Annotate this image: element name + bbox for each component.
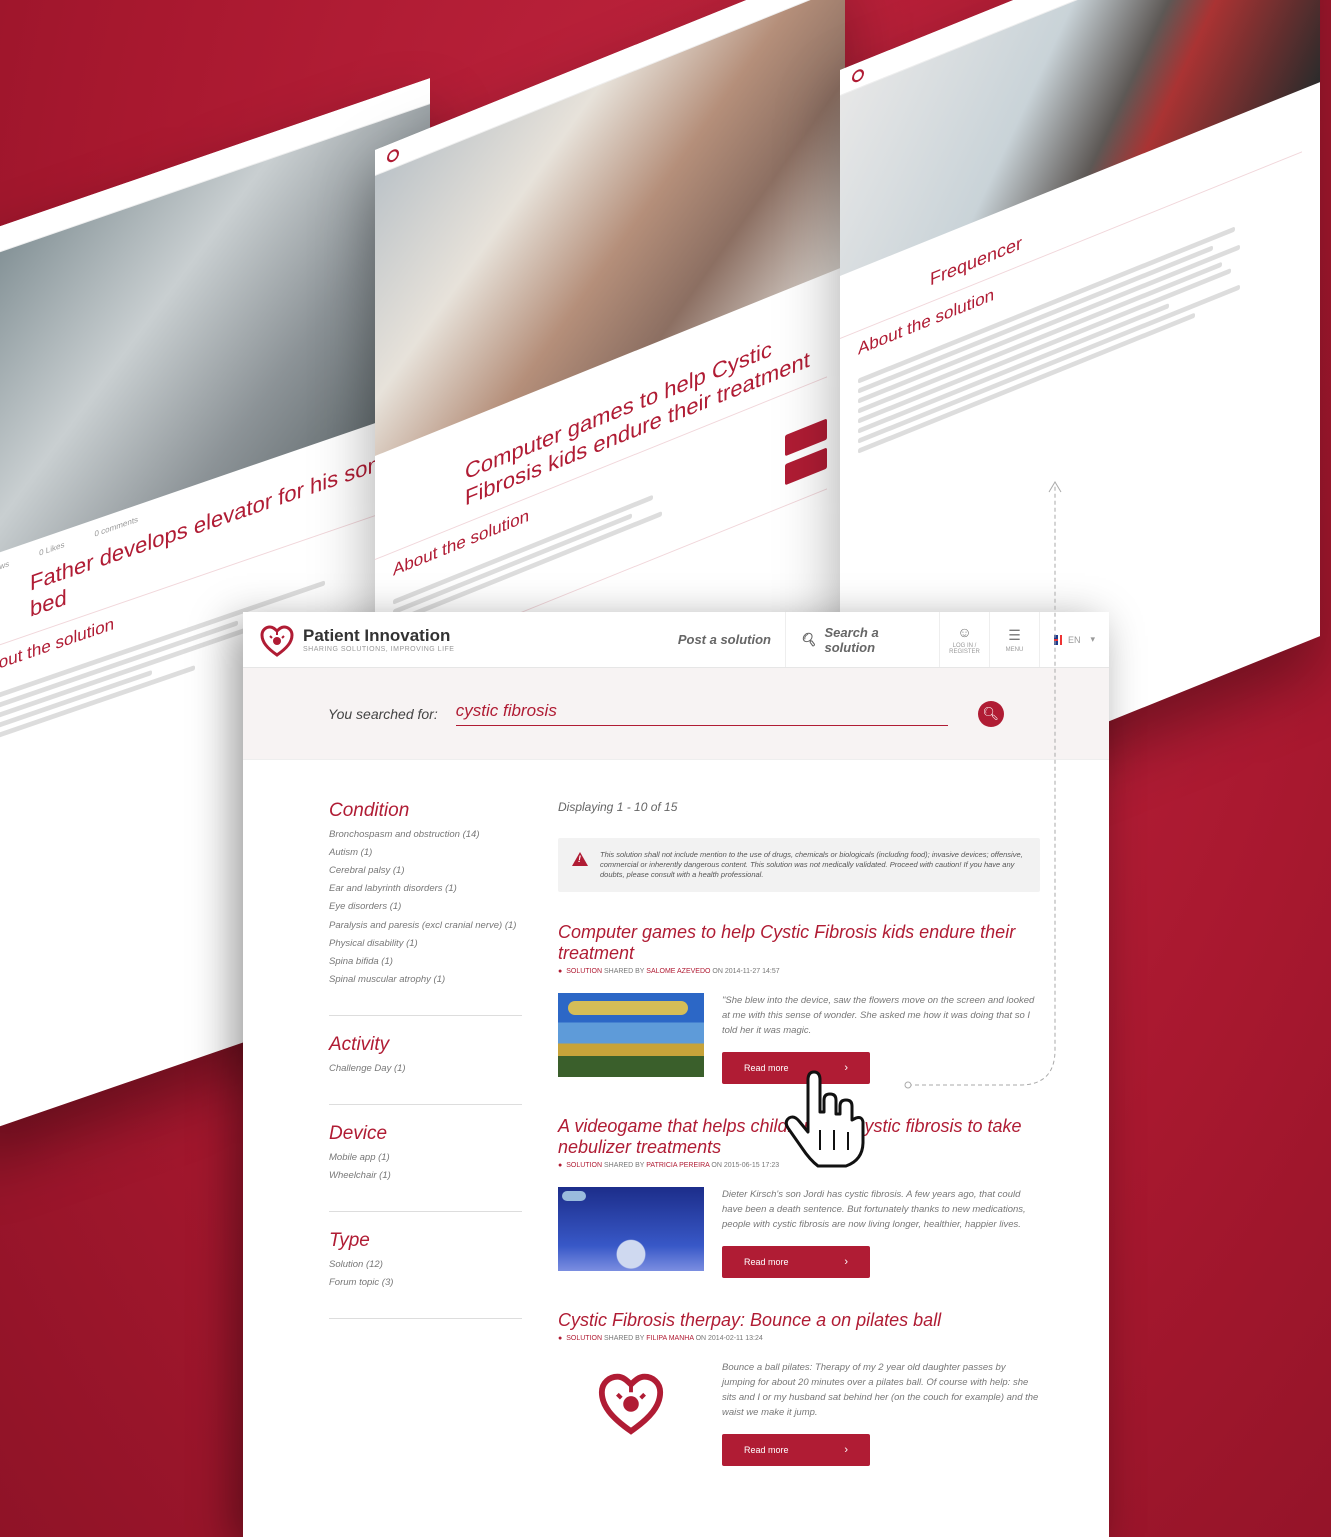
search-icon: 🔍︎ [800, 631, 817, 647]
result-shared-by: SHARED BY [603, 968, 645, 975]
chevron-right-icon: › [844, 1256, 848, 1268]
result-shared-by: SHARED BY [603, 1335, 645, 1342]
bullet-icon: ● [558, 968, 563, 975]
chevron-right-icon: › [844, 1444, 848, 1456]
facet-item[interactable]: Forum topic (3) [329, 1274, 522, 1292]
hand-cursor-icon [784, 1070, 865, 1168]
search-label: You searched for: [328, 705, 438, 722]
result-excerpt: Bounce a ball pilates: Therapy of my 2 y… [722, 1362, 1039, 1418]
result-kind: SOLUTION [566, 968, 603, 975]
post-solution-link[interactable]: Post a solution [664, 612, 785, 667]
read-more-label: Read more [744, 1257, 789, 1267]
brand-tagline: SHARING SOLUTIONS, IMPROVING LIFE [303, 646, 455, 653]
bullet-icon: ● [558, 1335, 563, 1342]
site-logo[interactable]: Patient Innovation SHARING SOLUTIONS, IM… [243, 612, 623, 667]
heart-logo-icon [598, 1373, 664, 1435]
read-more-label: Read more [744, 1445, 789, 1455]
facet-item[interactable]: Challenge Day (1) [329, 1060, 522, 1078]
flow-connector [904, 481, 1062, 1089]
result-author[interactable]: PATRICIA PEREIRA [646, 1162, 709, 1169]
chevron-down-icon: ▾ [1090, 634, 1095, 644]
filter-sidebar: Condition Bronchospasm and obstruction (… [329, 800, 522, 1498]
facet-condition: Condition Bronchospasm and obstruction (… [329, 800, 522, 1016]
facet-item[interactable]: Physical disability (1) [329, 935, 522, 953]
facet-title: Condition [329, 800, 410, 821]
facet-item[interactable]: Autism (1) [329, 844, 522, 862]
result-thumbnail[interactable] [558, 993, 704, 1077]
brand-name: Patient Innovation [303, 626, 451, 645]
bg-stat-likes: 0 Likes [39, 540, 65, 558]
facet-activity: Activity Challenge Day (1) [329, 1034, 522, 1105]
facet-item[interactable]: Bronchospasm and obstruction (14) [329, 826, 522, 844]
facet-item[interactable]: Wheelchair (1) [329, 1167, 522, 1185]
result-title[interactable]: Cystic Fibrosis therpay: Bounce a on pil… [558, 1310, 1040, 1331]
result-item: Cystic Fibrosis therpay: Bounce a on pil… [558, 1310, 1040, 1466]
facet-type: Type Solution (12) Forum topic (3) [329, 1230, 522, 1319]
facet-item[interactable]: Spinal muscular atrophy (1) [329, 971, 522, 989]
read-more-button[interactable]: Read more › [722, 1434, 870, 1466]
facet-item[interactable]: Mobile app (1) [329, 1149, 522, 1167]
read-more-button[interactable]: Read more › [722, 1246, 870, 1278]
result-meta: ● SOLUTION SHARED BY FILIPA MANHA ON 2014… [558, 1335, 1040, 1342]
bullet-icon: ● [558, 1162, 563, 1169]
facet-item[interactable]: Eye disorders (1) [329, 898, 522, 916]
facet-item[interactable]: Spina bifida (1) [329, 953, 522, 971]
result-date: ON 2014-11-27 14:57 [712, 968, 780, 975]
result-date: ON 2014-02-11 13:24 [695, 1335, 763, 1342]
facet-device: Device Mobile app (1) Wheelchair (1) [329, 1123, 522, 1212]
result-kind: SOLUTION [566, 1335, 603, 1342]
facet-item[interactable]: Ear and labyrinth disorders (1) [329, 880, 522, 898]
heart-logo-icon [259, 622, 295, 658]
result-excerpt: Dieter Kirsch's son Jordi has cystic fib… [722, 1189, 1026, 1230]
result-thumbnail[interactable] [558, 1187, 704, 1271]
result-kind: SOLUTION [566, 1162, 603, 1169]
result-author[interactable]: SALOME AZEVEDO [646, 968, 710, 975]
bg-stat-views: 36 views [0, 559, 10, 579]
search-input[interactable]: cystic fibrosis [455, 701, 948, 726]
facet-title: Type [329, 1230, 370, 1251]
facet-item[interactable]: Solution (12) [329, 1256, 522, 1274]
facet-title: Device [329, 1123, 388, 1144]
warning-icon [572, 852, 588, 866]
result-date: ON 2015-06-15 17:23 [711, 1162, 780, 1169]
result-thumbnail[interactable] [558, 1360, 704, 1444]
bg-logo [387, 146, 399, 164]
facet-item[interactable]: Cerebral palsy (1) [329, 862, 522, 880]
facet-title: Activity [329, 1034, 390, 1055]
result-author[interactable]: FILIPA MANHA [646, 1335, 693, 1342]
result-shared-by: SHARED BY [603, 1162, 645, 1169]
bg-logo [852, 66, 864, 84]
facet-item[interactable]: Paralysis and paresis (excl cranial nerv… [329, 916, 522, 935]
